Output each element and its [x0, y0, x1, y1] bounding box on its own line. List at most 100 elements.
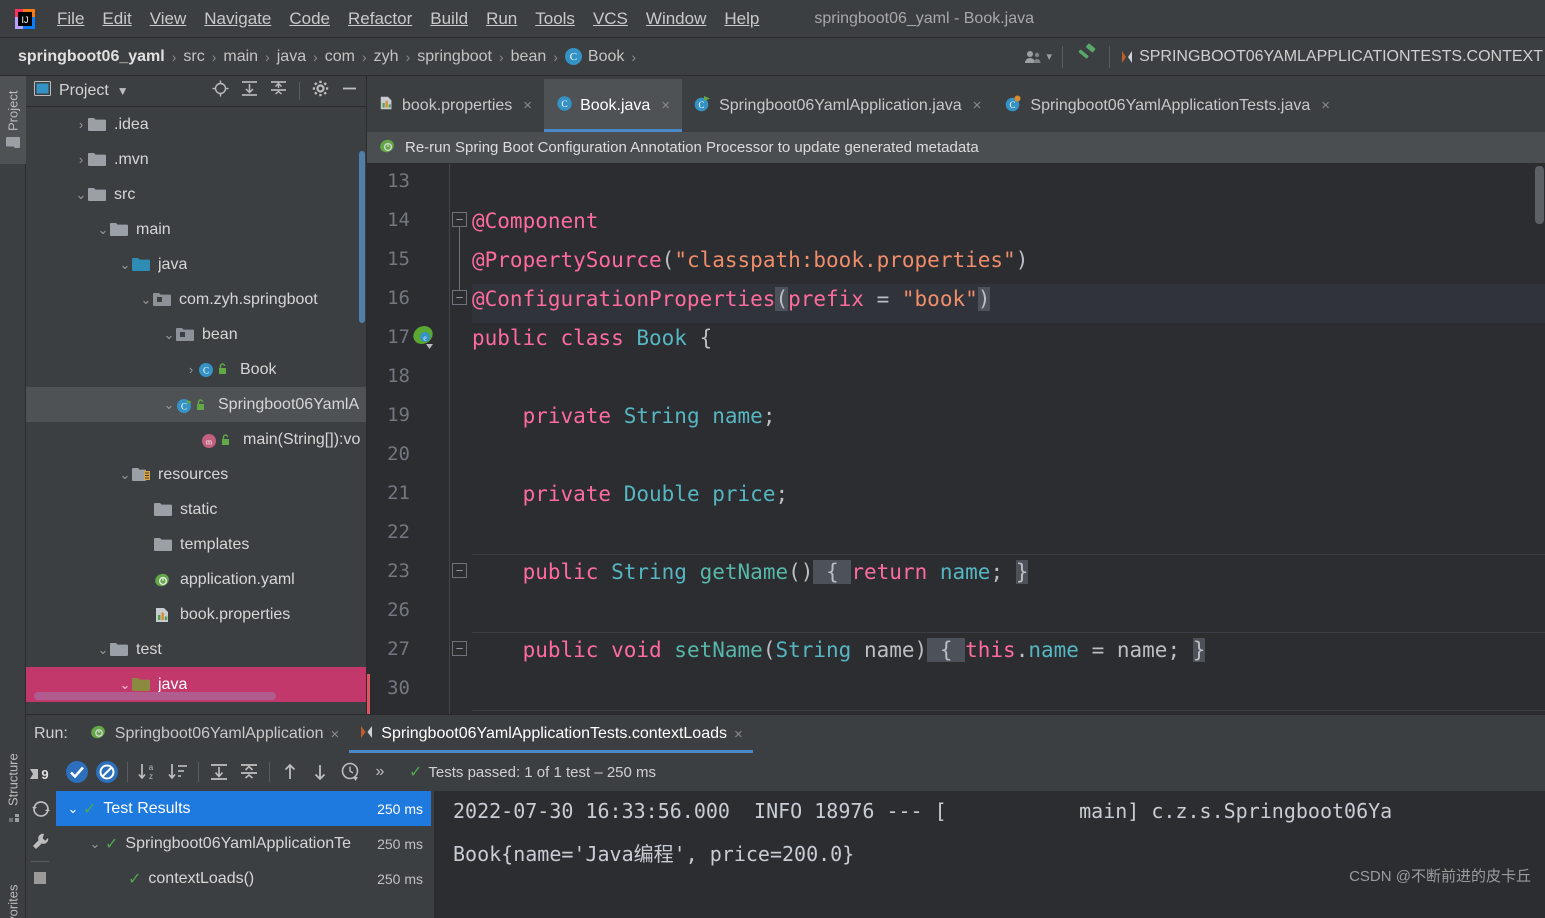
- tree-item-test[interactable]: ⌄ test: [26, 632, 366, 667]
- chevron-right-icon[interactable]: ›: [74, 152, 88, 167]
- annotation-processor-banner[interactable]: Re-run Spring Boot Configuration Annotat…: [367, 132, 1545, 164]
- close-icon[interactable]: ×: [523, 97, 532, 114]
- next-failed-test-button[interactable]: [305, 757, 335, 787]
- tab-springboot06yamlapplicationtests-java[interactable]: C Springboot06YamlApplicationTests.java …: [993, 79, 1342, 132]
- tree-item-package-bean[interactable]: ⌄ bean: [26, 317, 366, 352]
- breadcrumb-zyh[interactable]: zyh: [370, 48, 403, 66]
- show-ignored-toggle[interactable]: [92, 757, 122, 787]
- sidebar-item-project[interactable]: Project: [0, 76, 26, 164]
- hide-panel-icon[interactable]: [341, 80, 358, 102]
- spring-bean-gutter-icon[interactable]: e: [412, 324, 438, 350]
- chevron-down-icon[interactable]: ⌄: [96, 642, 110, 658]
- prev-failed-test-button[interactable]: [275, 757, 305, 787]
- fold-collapse-icon-top[interactable]: −: [452, 212, 467, 227]
- tree-item-package-com-zyh-springboot[interactable]: ⌄ com.zyh.springboot: [26, 282, 366, 317]
- tree-item-book-properties[interactable]: book.properties: [26, 597, 366, 632]
- tree-item-main[interactable]: ⌄ main: [26, 212, 366, 247]
- code-editor[interactable]: 13 14 15 16 17 18 19 20 21 22 23 26 27 3…: [367, 164, 1545, 714]
- breadcrumb-main[interactable]: main: [219, 48, 262, 66]
- chevron-down-icon[interactable]: ⌄: [118, 467, 132, 483]
- fold-collapse-icon-method-setname[interactable]: −: [452, 641, 467, 656]
- chevron-down-icon[interactable]: ⌄: [118, 257, 132, 273]
- sort-alphabetically-button[interactable]: az: [133, 757, 163, 787]
- test-console-output[interactable]: 2022-07-30 16:33:56.000 INFO 18976 --- […: [431, 791, 1545, 918]
- tree-item-resources[interactable]: ⌄ resources: [26, 457, 366, 492]
- breadcrumb-com[interactable]: com: [321, 48, 359, 66]
- menu-help[interactable]: Help: [715, 7, 768, 31]
- chevron-right-icon[interactable]: ›: [74, 117, 88, 132]
- test-history-button[interactable]: [335, 757, 365, 787]
- menu-code[interactable]: Code: [280, 7, 339, 31]
- close-icon[interactable]: ×: [661, 97, 670, 114]
- close-icon[interactable]: ×: [331, 726, 340, 743]
- project-tree-scrollbar[interactable]: [359, 151, 365, 323]
- menu-run[interactable]: Run: [477, 7, 526, 31]
- test-tree-row-contextloads[interactable]: ✓ contextLoads() 250 ms: [56, 861, 431, 896]
- expand-all-icon[interactable]: [241, 80, 258, 102]
- tree-item-static[interactable]: static: [26, 492, 366, 527]
- chevron-down-icon[interactable]: ⌄: [88, 836, 102, 852]
- tab-springboot06yamlapplication-java[interactable]: C Springboot06YamlApplication.java ×: [682, 79, 993, 132]
- menu-view[interactable]: View: [141, 7, 196, 31]
- menu-refactor[interactable]: Refactor: [339, 7, 421, 31]
- tree-item-idea[interactable]: › .idea: [26, 107, 366, 142]
- menu-build[interactable]: Build: [421, 7, 477, 31]
- fold-collapse-icon-bottom[interactable]: −: [452, 290, 467, 305]
- chevron-down-icon[interactable]: ▼: [117, 84, 129, 98]
- editor-vertical-scrollbar[interactable]: [1533, 164, 1545, 714]
- run-tab-springboot06yamlapplication[interactable]: Springboot06YamlApplication ×: [80, 715, 350, 753]
- test-results-tree[interactable]: ⌄ ✓ Test Results 250 ms ⌄ ✓ Springboot06…: [56, 791, 431, 918]
- breadcrumb-bean[interactable]: bean: [507, 48, 551, 66]
- collapse-all-icon[interactable]: [270, 80, 287, 102]
- build-hammer-icon[interactable]: [1073, 43, 1099, 70]
- tree-item-java-test-source[interactable]: ⌄ java: [26, 667, 366, 702]
- editor-gutter[interactable]: 13 14 15 16 17 18 19 20 21 22 23 26 27 3…: [367, 164, 472, 714]
- chevron-down-icon[interactable]: ⌄: [118, 677, 132, 693]
- chevron-down-icon[interactable]: ⌄: [162, 397, 176, 413]
- chevron-right-icon[interactable]: ›: [184, 362, 198, 377]
- breadcrumb-project[interactable]: springboot06_yaml: [14, 48, 169, 66]
- menu-navigate[interactable]: Navigate: [195, 7, 280, 31]
- settings-wrench-icon[interactable]: [30, 831, 52, 858]
- tree-item-class-book[interactable]: › C Book: [26, 352, 366, 387]
- sidebar-item-structure[interactable]: Structure: [0, 736, 26, 842]
- close-icon[interactable]: ×: [734, 726, 743, 743]
- chevron-down-icon[interactable]: ⌄: [162, 327, 176, 343]
- close-icon[interactable]: ×: [1321, 97, 1330, 114]
- chevron-down-icon[interactable]: ⌄: [66, 801, 80, 817]
- debugger-console-icon[interactable]: 9: [28, 763, 54, 794]
- test-tree-row-springboot06yamlapplicationtests[interactable]: ⌄ ✓ Springboot06YamlApplicationTe 250 ms: [56, 826, 431, 861]
- close-icon[interactable]: ×: [973, 97, 982, 114]
- chevron-down-icon[interactable]: ⌄: [74, 187, 88, 203]
- menu-edit[interactable]: Edit: [93, 7, 140, 31]
- menu-vcs[interactable]: VCS: [584, 7, 637, 31]
- sidebar-item-favorites[interactable]: Favorites: [0, 856, 26, 918]
- settings-gear-icon[interactable]: [312, 80, 329, 102]
- breadcrumb-src[interactable]: src: [179, 48, 208, 66]
- breadcrumb-java[interactable]: java: [273, 48, 310, 66]
- chevron-down-icon[interactable]: ⌄: [96, 222, 110, 238]
- breadcrumb-book[interactable]: C Book: [561, 48, 628, 66]
- menu-file[interactable]: File: [48, 7, 93, 31]
- run-configuration-selector[interactable]: SPRINGBOOT06YAMLAPPLICATIONTESTS.CONTEXT: [1120, 48, 1545, 66]
- show-passed-toggle[interactable]: [62, 757, 92, 787]
- menu-tools[interactable]: Tools: [526, 7, 584, 31]
- more-options-button[interactable]: »: [365, 757, 395, 787]
- stop-process-icon[interactable]: [31, 869, 49, 892]
- people-icon[interactable]: ▾: [1024, 49, 1053, 65]
- scrollbar-thumb[interactable]: [1535, 166, 1544, 224]
- breadcrumb-springboot[interactable]: springboot: [413, 48, 496, 66]
- run-tab-springboot06yamlapplicationtests-contextloads[interactable]: Springboot06YamlApplicationTests.context…: [349, 715, 752, 753]
- expand-all-button[interactable]: [204, 757, 234, 787]
- tab-book-java[interactable]: C Book.java ×: [544, 79, 682, 132]
- sort-by-duration-button[interactable]: [163, 757, 193, 787]
- tree-item-class-springboot06yamlapplication[interactable]: ⌄ C Springboot06YamlApp: [26, 387, 366, 422]
- test-tree-row-test-results[interactable]: ⌄ ✓ Test Results 250 ms: [56, 791, 431, 826]
- tree-item-method-main[interactable]: m main(String[]):void: [26, 422, 366, 457]
- menu-window[interactable]: Window: [637, 7, 715, 31]
- tree-item-templates[interactable]: templates: [26, 527, 366, 562]
- tab-book-properties[interactable]: book.properties ×: [367, 79, 544, 132]
- fold-collapse-icon-method-getname[interactable]: −: [452, 563, 467, 578]
- rerun-automatically-icon[interactable]: [30, 798, 52, 825]
- project-tree[interactable]: › .idea › .mvn ⌄ src ⌄ main ⌄ java: [26, 107, 366, 714]
